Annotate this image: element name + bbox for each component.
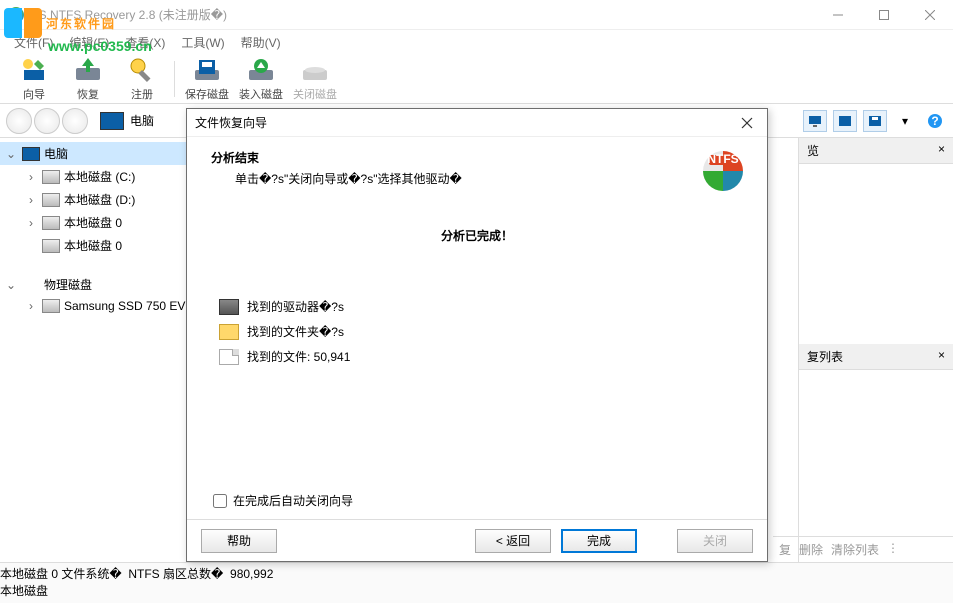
sidebar: ⌄ 电脑 › 本地磁盘 (C:) › 本地磁盘 (D:) › 本地磁盘 0 本地… bbox=[0, 138, 202, 562]
action-delete[interactable]: 删除 bbox=[799, 541, 823, 558]
register-icon bbox=[128, 56, 156, 84]
monitor-icon bbox=[808, 115, 822, 127]
dialog-results: 找到的驱动器�?s 找到的文件夹�?s 找到的文件: 50,941 bbox=[219, 294, 743, 369]
dialog-close-button[interactable] bbox=[735, 113, 759, 133]
tree-computer[interactable]: ⌄ 电脑 bbox=[0, 142, 201, 165]
tool-recover[interactable]: 恢复 bbox=[62, 56, 114, 102]
ntfs-icon: NTFS bbox=[699, 147, 747, 195]
autoclose-checkbox[interactable] bbox=[213, 494, 227, 508]
autoclose-label: 在完成后自动关闭向导 bbox=[233, 492, 353, 509]
dialog-subtext: 单击�?s"关闭向导或�?s"选择其他驱动� bbox=[235, 170, 743, 187]
toolbar: 向导 恢复 注册 保存磁盘 装入磁盘 关闭磁盘 bbox=[0, 54, 953, 104]
closedisk-icon bbox=[301, 56, 329, 84]
drive-icon bbox=[42, 193, 60, 207]
ssd-icon bbox=[42, 299, 60, 313]
menu-tools[interactable]: 工具(W) bbox=[175, 32, 230, 53]
svg-text:?: ? bbox=[931, 114, 938, 128]
tool-wizard[interactable]: 向导 bbox=[8, 56, 60, 102]
action-clearlist[interactable]: 清除列表 bbox=[831, 541, 879, 558]
watermark: 河东软件园 www.pc0359.cn bbox=[4, 4, 152, 54]
status-diskname: 本地磁盘 0 bbox=[0, 567, 58, 581]
help-button[interactable]: 帮助 bbox=[201, 529, 277, 553]
tool-loaddisk[interactable]: 装入磁盘 bbox=[235, 56, 287, 102]
recover-icon bbox=[74, 56, 102, 84]
chevron-down-icon[interactable]: ⌄ bbox=[4, 147, 18, 161]
nav-forward[interactable] bbox=[34, 108, 60, 134]
dialog-body: 分析结束 单击�?s"关闭向导或�?s"选择其他驱动� NTFS 分析已完成！ … bbox=[187, 137, 767, 519]
close-icon[interactable]: × bbox=[938, 348, 945, 365]
right-panel: 览 × 复列表 × 复 删除 清除列表 ⋮ bbox=[798, 138, 953, 562]
loaddisk-icon bbox=[247, 56, 275, 84]
nav-up[interactable] bbox=[62, 108, 88, 134]
right-actions: 复 删除 清除列表 ⋮ bbox=[773, 536, 953, 562]
tree-disk0-b[interactable]: 本地磁盘 0 bbox=[0, 234, 201, 257]
finish-button[interactable]: 完成 bbox=[561, 529, 637, 553]
wizard-dialog: 文件恢复向导 分析结束 单击�?s"关闭向导或�?s"选择其他驱动� NTFS … bbox=[186, 108, 768, 562]
file-icon bbox=[219, 349, 239, 365]
minimize-button[interactable] bbox=[815, 0, 861, 30]
tool-savedisk[interactable]: 保存磁盘 bbox=[181, 56, 233, 102]
close-icon bbox=[741, 117, 753, 129]
drive-icon bbox=[42, 216, 60, 230]
view-btn-3[interactable] bbox=[863, 110, 887, 132]
savedisk-icon bbox=[193, 56, 221, 84]
recovlist-header[interactable]: 复列表 × bbox=[799, 344, 953, 370]
drive-icon bbox=[219, 299, 239, 315]
back-button[interactable]: < 返回 bbox=[475, 529, 551, 553]
tree-physical[interactable]: ⌄ 物理磁盘 bbox=[0, 273, 201, 296]
save-icon bbox=[868, 115, 882, 127]
status-sectors-val: 980,992 bbox=[230, 567, 273, 581]
thumb-icon bbox=[838, 115, 852, 127]
dialog-title: 文件恢复向导 bbox=[195, 114, 735, 131]
toolbar-separator bbox=[174, 61, 175, 97]
view-btn-2[interactable] bbox=[833, 110, 857, 132]
wizard-icon bbox=[20, 56, 48, 84]
dialog-footer: 帮助 < 返回 完成 关闭 bbox=[187, 519, 767, 561]
drive-icon bbox=[42, 239, 60, 253]
action-recover[interactable]: 复 bbox=[779, 541, 791, 558]
nav-back[interactable] bbox=[6, 108, 32, 134]
help-btn[interactable]: ? bbox=[923, 110, 947, 132]
tree-disk0-a[interactable]: › 本地磁盘 0 bbox=[0, 211, 201, 234]
status-disksub: 本地磁盘 bbox=[0, 582, 953, 599]
close-button[interactable] bbox=[907, 0, 953, 30]
chevron-down-icon[interactable]: ⌄ bbox=[4, 278, 18, 292]
maximize-button[interactable] bbox=[861, 0, 907, 30]
view-btn-1[interactable] bbox=[803, 110, 827, 132]
dialog-heading: 分析结束 bbox=[211, 149, 743, 166]
result-drives: 找到的驱动器�?s bbox=[219, 294, 743, 319]
menu-help[interactable]: 帮助(V) bbox=[235, 32, 287, 53]
tool-register[interactable]: 注册 bbox=[116, 56, 168, 102]
autoclose-row[interactable]: 在完成后自动关闭向导 bbox=[213, 492, 353, 509]
dialog-titlebar: 文件恢复向导 bbox=[187, 109, 767, 137]
drive-icon bbox=[42, 170, 60, 184]
dropdown-btn[interactable]: ▾ bbox=[893, 110, 917, 132]
chevron-right-icon[interactable]: › bbox=[24, 193, 38, 207]
tree-drive-d[interactable]: › 本地磁盘 (D:) bbox=[0, 188, 201, 211]
watermark-logo bbox=[4, 4, 42, 42]
close-button[interactable]: 关闭 bbox=[677, 529, 753, 553]
tree-drive-c[interactable]: › 本地磁盘 (C:) bbox=[0, 165, 201, 188]
chevron-right-icon[interactable]: › bbox=[24, 216, 38, 230]
close-icon[interactable]: × bbox=[938, 142, 945, 159]
help-icon: ? bbox=[927, 113, 943, 129]
computer-icon bbox=[100, 112, 124, 130]
result-folders: 找到的文件夹�?s bbox=[219, 319, 743, 344]
status-fs-val: NTFS bbox=[128, 567, 159, 581]
dialog-done-text: 分析已完成！ bbox=[211, 227, 743, 244]
tool-closedisk[interactable]: 关闭磁盘 bbox=[289, 56, 341, 102]
computer-icon bbox=[22, 147, 40, 161]
chevron-right-icon[interactable]: › bbox=[24, 299, 38, 313]
statusbar: 本地磁盘 0 文件系统� NTFS 扇区总数� 980,992 本地磁盘 bbox=[0, 562, 953, 603]
chevron-right-icon[interactable]: › bbox=[24, 170, 38, 184]
result-files: 找到的文件: 50,941 bbox=[219, 344, 743, 369]
status-fs-label: 文件系统� bbox=[61, 567, 121, 581]
action-more[interactable]: ⋮ bbox=[887, 541, 899, 558]
svg-text:NTFS: NTFS bbox=[707, 152, 738, 166]
status-sectors-label: 扇区总数� bbox=[163, 567, 223, 581]
folder-icon bbox=[219, 324, 239, 340]
tree-ssd[interactable]: › Samsung SSD 750 EVO bbox=[0, 296, 201, 316]
preview-header[interactable]: 览 × bbox=[799, 138, 953, 164]
